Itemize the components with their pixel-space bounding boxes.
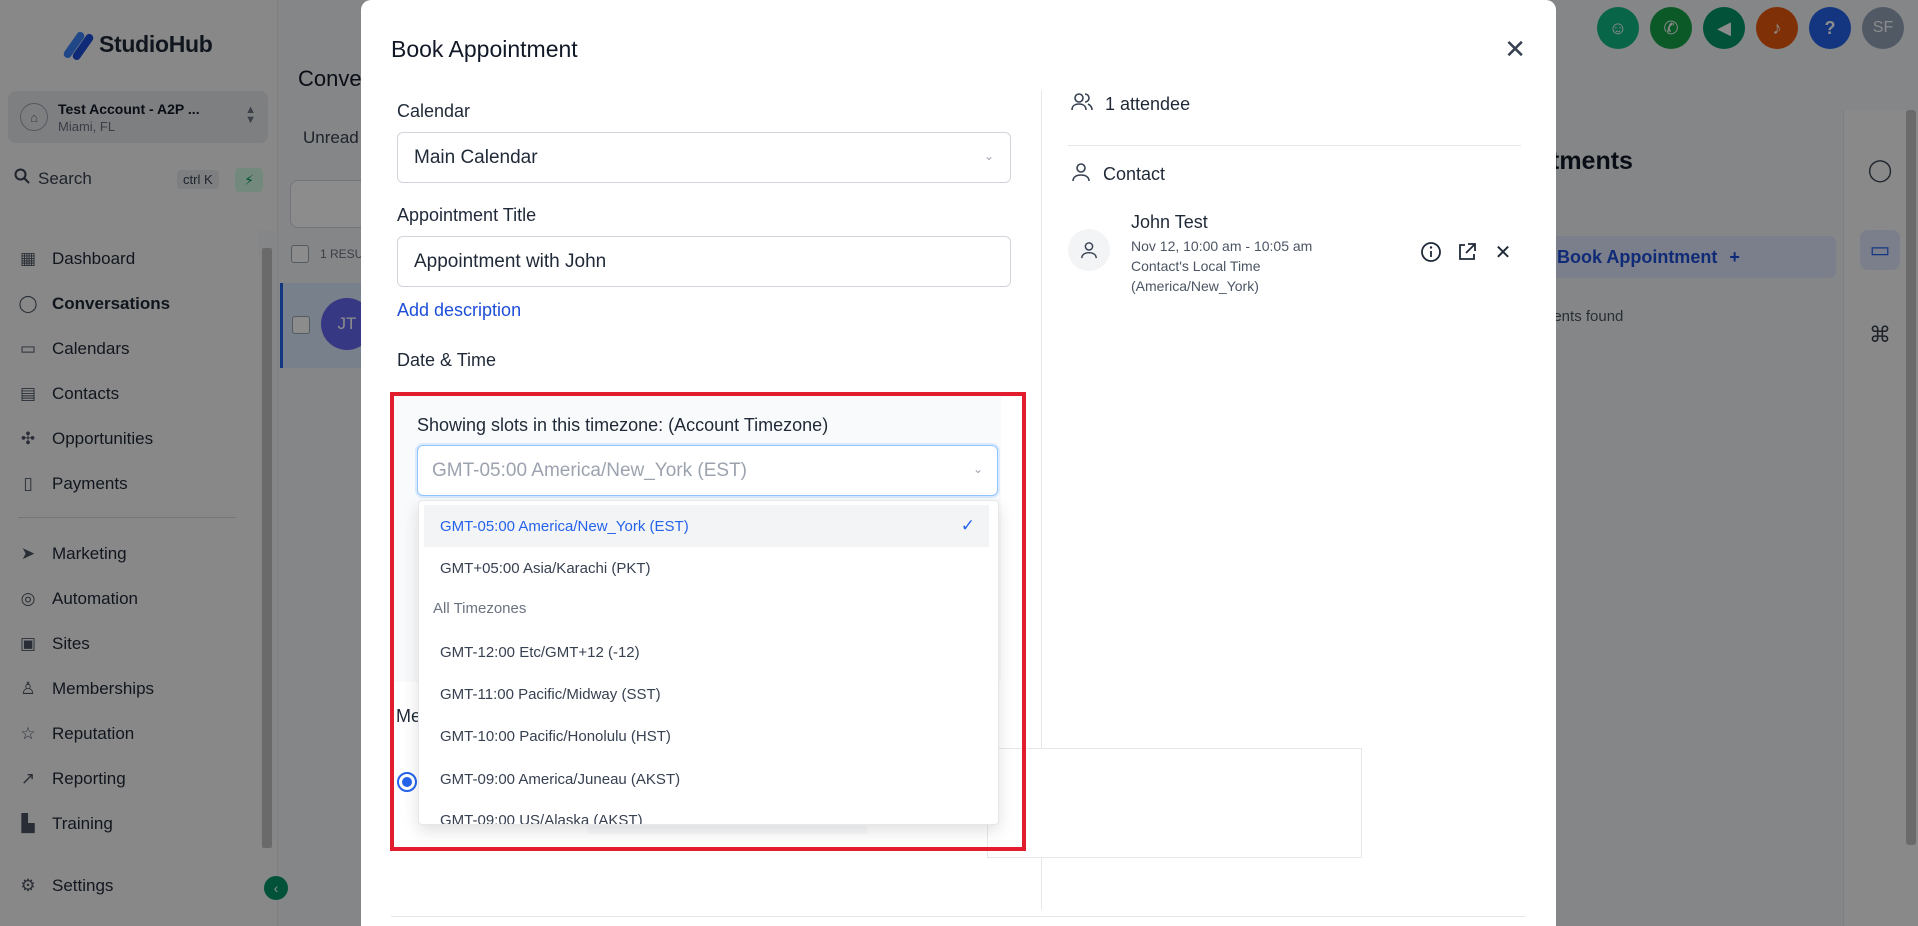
attendees-row: 1 attendee [1071, 92, 1190, 117]
title-label: Appointment Title [397, 205, 537, 225]
user-icon [1071, 162, 1091, 187]
calendar-value: Main Calendar [414, 146, 538, 168]
calendar-select[interactable]: Main Calendar ⌄ [397, 132, 1011, 183]
contact-avatar [1068, 229, 1110, 271]
hidden-panel [987, 748, 1362, 858]
contact-label: Contact [1103, 164, 1166, 184]
modal-title: Book Appointment [391, 36, 578, 62]
footer-divider [391, 916, 1526, 917]
external-link-icon[interactable] [1455, 240, 1479, 264]
contact-appointment-time: Nov 12, 10:00 am - 10:05 am [1131, 238, 1313, 254]
attendees-count: 1 attendee [1105, 94, 1191, 114]
info-icon[interactable] [1419, 240, 1443, 264]
datetime-label: Date & Time [397, 350, 497, 370]
annotation-highlight-box [390, 392, 1026, 851]
contact-local-time-label: Contact's Local Time [1131, 258, 1261, 274]
calendar-label: Calendar [397, 101, 471, 121]
contact-timezone: (America/New_York) [1131, 278, 1259, 294]
appointment-title-input[interactable]: Appointment with John [397, 236, 1011, 287]
add-description-link[interactable]: Add description [397, 300, 521, 321]
close-icon[interactable]: ✕ [1504, 36, 1526, 62]
users-icon [1071, 92, 1093, 117]
appointment-title-value: Appointment with John [414, 250, 607, 272]
contact-actions: ✕ [1419, 240, 1515, 264]
chevron-down-icon: ⌄ [983, 149, 994, 163]
contact-name: John Test [1131, 212, 1208, 232]
attendees-divider [1068, 145, 1521, 146]
remove-contact-icon[interactable]: ✕ [1491, 240, 1515, 264]
contact-section-header: Contact [1071, 162, 1165, 187]
